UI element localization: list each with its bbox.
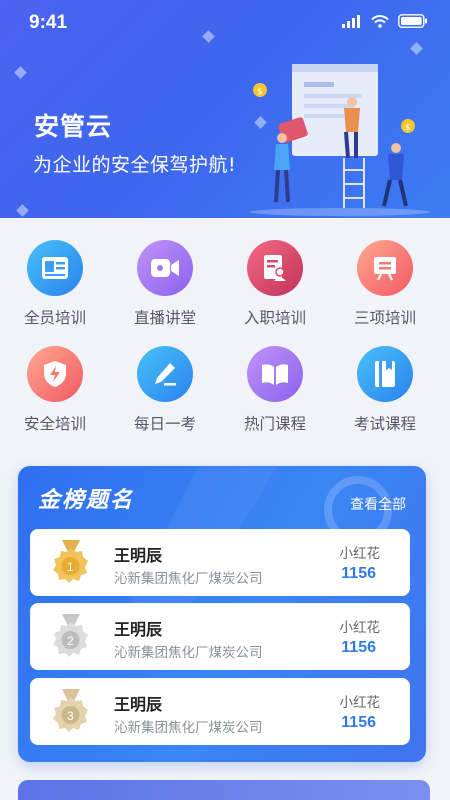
notebook-icon [357, 346, 413, 402]
teamwork-illustration-icon: $ $ [250, 64, 430, 216]
ranking-company: 沁新集团焦化厂煤炭公司 [114, 571, 263, 587]
ranking-row[interactable]: 3 王明辰 沁新集团焦化厂煤炭公司 小红花 1156 [30, 678, 410, 745]
easel-icon [357, 240, 413, 296]
grid-item-label: 安全培训 [23, 415, 86, 433]
ranking-name: 王明辰 [114, 620, 163, 639]
grid-item-label: 直播讲堂 [133, 309, 196, 327]
svg-text:$: $ [257, 87, 263, 97]
video-camera-icon [137, 240, 193, 296]
app-brand: 安管云 [34, 112, 113, 141]
ranking-score: 1156 [341, 639, 376, 656]
silver-medal-icon: 2 [53, 614, 88, 657]
battery-icon [398, 14, 427, 28]
hero-slogan: 为企业的安全保驾护航! [33, 154, 237, 176]
grid-item-label: 每日一考 [133, 415, 196, 433]
next-section-card[interactable] [18, 780, 430, 800]
hero-banner: 9:41 安管云 为企业的安全保驾护航! $ $ [0, 0, 450, 218]
medal-rank-number: 3 [67, 709, 74, 723]
signal-icon [342, 14, 360, 28]
ranking-company: 沁新集团焦化厂煤炭公司 [114, 645, 263, 661]
grid-item-label: 入职培训 [243, 309, 306, 327]
id-card-icon [27, 240, 83, 296]
ranking-name: 王明辰 [114, 695, 163, 714]
gold-medal-icon: 1 [53, 540, 88, 583]
status-time: 9:41 [29, 12, 68, 33]
medal-rank-number: 2 [67, 634, 74, 648]
view-all-link[interactable]: 查看全部 [350, 494, 406, 514]
grid-item-daily-exam[interactable]: 每日一考 [110, 334, 220, 434]
grid-item-live-lecture[interactable]: 直播讲堂 [110, 228, 220, 328]
grid-item-label: 考试课程 [353, 415, 416, 433]
ranking-name: 王明辰 [114, 546, 163, 565]
pencil-icon [137, 346, 193, 402]
grid-item-label: 热门课程 [243, 415, 306, 433]
grid-item-label: 全员培训 [23, 309, 86, 327]
ranking-score: 1156 [341, 714, 376, 731]
open-book-icon [247, 346, 303, 402]
svg-text:$: $ [405, 123, 411, 133]
honor-roll-title: 金榜题名 [38, 488, 135, 513]
grid-item-safety-training[interactable]: 安全培训 [0, 334, 110, 434]
ranking-username: 小红花 [339, 546, 381, 562]
bronze-medal-icon: 3 [53, 689, 88, 732]
decor-diamond [16, 204, 29, 217]
honor-roll-panel: 金榜题名 查看全部 1 王明辰 沁新集团焦化厂煤炭公司 小红花 1156 2 王… [18, 466, 426, 762]
medal-rank-number: 1 [67, 560, 74, 574]
ranking-score: 1156 [341, 565, 376, 582]
grid-item-exam-courses[interactable]: 考试课程 [330, 334, 440, 434]
shield-bolt-icon [27, 346, 83, 402]
status-bar: 9:41 [0, 0, 450, 46]
grid-item-label: 三项培训 [353, 309, 416, 327]
ranking-row[interactable]: 1 王明辰 沁新集团焦化厂煤炭公司 小红花 1156 [30, 529, 410, 596]
ranking-username: 小红花 [339, 620, 381, 636]
grid-item-popular-courses[interactable]: 热门课程 [220, 334, 330, 434]
ranking-username: 小红花 [339, 695, 381, 711]
decor-diamond [14, 66, 27, 79]
grid-item-three-item-training[interactable]: 三项培训 [330, 228, 440, 328]
grid-item-onboarding-training[interactable]: 入职培训 [220, 228, 330, 328]
wifi-icon [371, 14, 389, 28]
grid-item-all-staff-training[interactable]: 全员培训 [0, 228, 110, 328]
document-person-icon [247, 240, 303, 296]
ranking-row[interactable]: 2 王明辰 沁新集团焦化厂煤炭公司 小红花 1156 [30, 603, 410, 670]
ranking-company: 沁新集团焦化厂煤炭公司 [114, 720, 263, 736]
